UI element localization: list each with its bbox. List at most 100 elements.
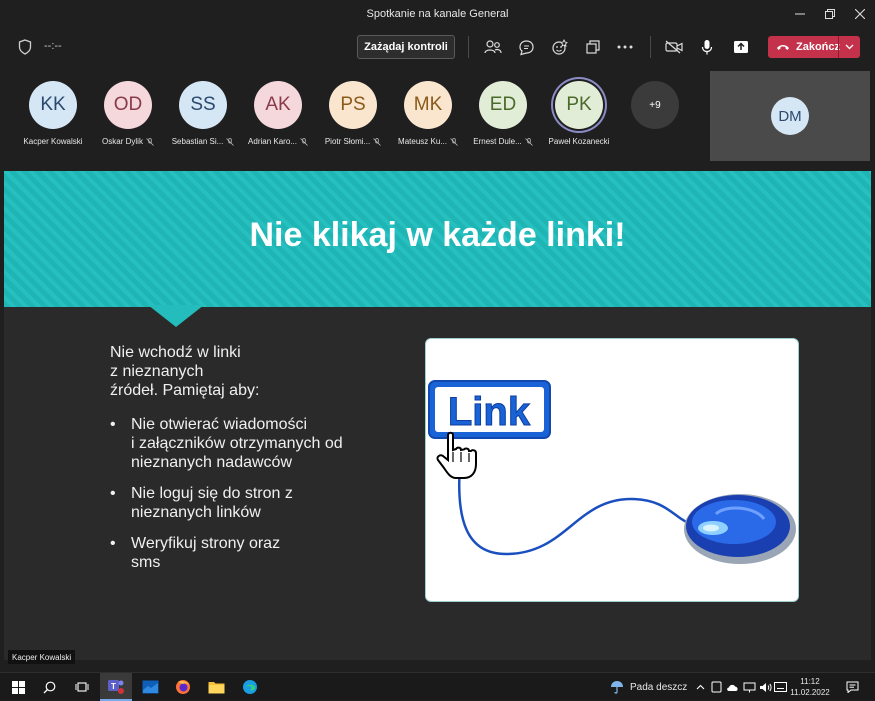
taskbar-mail-app[interactable]	[140, 677, 160, 697]
mic-muted-icon	[146, 137, 154, 146]
chat-icon	[518, 39, 534, 55]
notifications-button[interactable]	[842, 677, 862, 697]
participant-tile[interactable]: OD Oskar Dylik	[88, 81, 168, 146]
list-item: Weryfikuj strony oraz sms	[110, 534, 400, 572]
link-word: Link	[448, 390, 531, 434]
mouse-cable	[457, 463, 697, 556]
participant-name: Adrian Karo...	[238, 137, 318, 146]
end-options-button[interactable]	[838, 36, 860, 58]
edge-icon	[243, 680, 257, 694]
taskbar-explorer-app[interactable]	[206, 677, 226, 697]
avatar: ED	[479, 81, 527, 129]
mic-muted-icon	[300, 137, 308, 146]
people-icon	[484, 40, 502, 54]
microphone-button[interactable]	[697, 37, 717, 57]
start-button[interactable]	[8, 677, 28, 697]
toolbar-divider	[468, 36, 469, 58]
keyboard-icon	[773, 682, 787, 692]
reactions-button[interactable]	[550, 37, 570, 57]
slide-bullet-list: Nie otwierać wiadomości i załączników ot…	[110, 415, 400, 584]
participant-strip: KK Kacper Kowalski OD Oskar Dylik SS Seb…	[0, 67, 875, 164]
slide-illustration: Link	[425, 338, 799, 602]
slide-title: Nie klikaj w każde linki!	[249, 216, 626, 254]
clock-time: 11:12	[800, 677, 820, 686]
participant-name: Oskar Dylik	[88, 137, 168, 146]
request-control-button[interactable]: Zażądaj kontroli	[357, 35, 455, 59]
share-button[interactable]	[731, 37, 751, 57]
mail-icon	[142, 680, 158, 694]
minimize-icon	[795, 13, 805, 14]
participants-button[interactable]	[483, 37, 503, 57]
language-tray-icon[interactable]	[770, 677, 790, 697]
breakout-rooms-icon	[586, 40, 600, 54]
close-button[interactable]	[845, 0, 875, 27]
search-button[interactable]	[39, 677, 59, 697]
list-item: Nie loguj się do stron z nieznanych link…	[110, 484, 400, 522]
participant-name: Sebastian Si...	[163, 137, 243, 146]
minimize-button[interactable]	[785, 0, 815, 27]
computer-mouse-icon	[684, 494, 796, 564]
meeting-toolbar: --:-- Zażądaj kontroli Zakończ	[0, 27, 875, 67]
avatar: MK	[404, 81, 452, 129]
maximize-button[interactable]	[815, 0, 845, 27]
presenter-label: Kacper Kowalski	[8, 650, 76, 664]
hang-up-icon	[777, 45, 789, 50]
more-participants-button[interactable]: +9	[631, 81, 679, 129]
window-title: Spotkanie na kanale General	[366, 7, 509, 20]
clock-date: 11.02.2022	[790, 688, 830, 697]
more-actions-button[interactable]	[615, 37, 635, 57]
umbrella-icon	[611, 681, 623, 694]
reaction-icon	[552, 38, 568, 55]
microphone-icon	[701, 39, 713, 54]
taskbar: T Pada deszcz 11:12 11.02.2022	[0, 672, 875, 701]
participant-tile[interactable]: MK Mateusz Ku...	[388, 81, 468, 146]
participant-name: Piotr Słomi...	[313, 137, 393, 146]
shield-icon[interactable]	[18, 39, 32, 55]
system-clock[interactable]: 11:12 11.02.2022	[790, 676, 830, 698]
windows-logo-icon	[11, 680, 25, 694]
participant-tile[interactable]: KK Kacper Kowalski	[13, 81, 93, 146]
taskbar-edge-app[interactable]	[240, 677, 260, 697]
end-call-button[interactable]: Zakończ	[768, 36, 860, 58]
chevron-down-icon	[845, 44, 854, 50]
participant-tile[interactable]: SS Sebastian Si...	[163, 81, 243, 146]
shared-screen: Nie klikaj w każde linki! Nie wchodź w l…	[4, 171, 871, 660]
camera-off-icon	[665, 40, 683, 54]
slide-banner: Nie klikaj w każde linki!	[4, 171, 871, 307]
task-view-button[interactable]	[72, 677, 92, 697]
notification-icon	[846, 681, 858, 693]
close-icon	[855, 8, 865, 19]
self-video-tile: DM	[710, 71, 870, 161]
participant-tile[interactable]: PK Paweł Kozanecki	[539, 81, 619, 146]
mic-muted-icon	[226, 137, 235, 146]
tablet-icon	[711, 681, 721, 693]
search-icon	[43, 681, 55, 693]
camera-button[interactable]	[664, 37, 684, 57]
title-bar: Spotkanie na kanale General	[0, 0, 875, 27]
avatar: DM	[771, 97, 809, 135]
avatar: SS	[179, 81, 227, 129]
slide-intro: Nie wchodź w linki z nieznanych źródeł. …	[110, 344, 260, 399]
participant-tile[interactable]: PS Piotr Słomi...	[313, 81, 393, 146]
weather-widget[interactable]: Pada deszcz	[610, 680, 687, 694]
taskbar-firefox-app[interactable]	[173, 677, 193, 697]
link-mouse-illustration: Link	[428, 380, 796, 564]
participant-tile[interactable]: AK Adrian Karo...	[238, 81, 318, 146]
window-controls	[785, 0, 875, 27]
mic-muted-icon	[373, 137, 381, 146]
share-screen-icon	[734, 41, 748, 53]
chat-button[interactable]	[516, 37, 536, 57]
participant-name: Mateusz Ku...	[388, 137, 468, 146]
weather-text: Pada deszcz	[630, 681, 688, 693]
avatar: KK	[29, 81, 77, 129]
meeting-timer: --:--	[44, 40, 62, 52]
restore-icon	[825, 8, 835, 19]
participant-tile[interactable]: ED Ernest Dule...	[463, 81, 543, 146]
taskbar-teams-app[interactable]: T	[100, 673, 132, 701]
avatar: OD	[104, 81, 152, 129]
end-call-label: Zakończ	[796, 41, 841, 53]
rooms-button[interactable]	[583, 37, 603, 57]
svg-text:T: T	[111, 682, 116, 691]
toolbar-divider	[650, 36, 651, 58]
chevron-up-icon	[696, 684, 704, 690]
